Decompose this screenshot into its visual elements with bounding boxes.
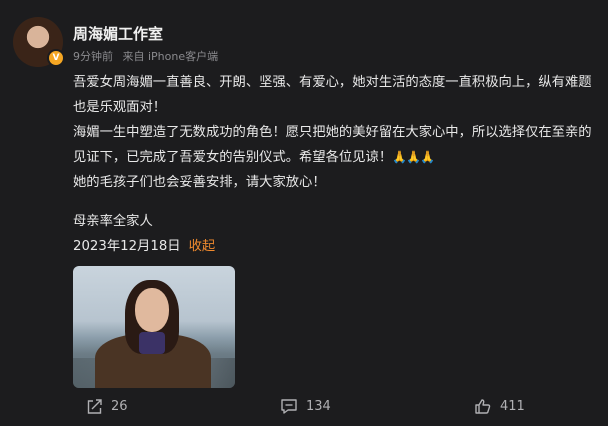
post-meta: 9分钟前 来自 iPhone客户端 xyxy=(73,48,218,64)
pray-emoji-icon: 🙏 xyxy=(406,150,422,164)
thumbs-up-icon xyxy=(474,398,492,415)
photo-collar xyxy=(139,332,165,354)
like-count: 411 xyxy=(500,399,525,414)
share-icon xyxy=(86,398,103,415)
pray-emoji-icon: 🙏 xyxy=(392,150,408,164)
author-avatar[interactable]: V xyxy=(13,17,65,67)
author-name[interactable]: 周海媚工作室 xyxy=(73,23,163,44)
post-paragraph: 她的毛孩子们也会妥善安排，请大家放心！ xyxy=(73,175,326,190)
post-paragraph: 海媚一生中塑造了无数成功的角色！愿只把她的美好留在大家心中，所以选择仅在至亲的见… xyxy=(73,120,593,170)
post-photo[interactable] xyxy=(73,266,235,388)
post-date-row: 2023年12月18日 收起 xyxy=(73,235,215,254)
action-bar: 26 134 411 xyxy=(0,398,608,418)
post-signature: 母亲率全家人 xyxy=(73,214,153,229)
comment-icon xyxy=(280,398,298,415)
post-paragraph: 吾爱女周海媚一直善良、开朗、坚强、有爱心，她对生活的态度一直积极向上，纵有难题也… xyxy=(73,75,592,115)
share-button[interactable]: 26 xyxy=(86,398,128,415)
collapse-link[interactable]: 收起 xyxy=(189,239,216,254)
photo-face xyxy=(135,288,169,332)
post-time: 9分钟前 xyxy=(73,50,113,63)
comment-count: 134 xyxy=(306,399,331,414)
comment-button[interactable]: 134 xyxy=(280,398,331,415)
share-count: 26 xyxy=(111,399,128,414)
post-body: 吾爱女周海媚一直善良、开朗、坚强、有爱心，她对生活的态度一直积极向上，纵有难题也… xyxy=(73,70,593,195)
post-source: 来自 iPhone客户端 xyxy=(122,50,219,63)
verified-badge-icon: V xyxy=(47,49,65,67)
pray-emoji-icon: 🙏 xyxy=(420,150,436,164)
post-paragraph-text: 海媚一生中塑造了无数成功的角色！愿只把她的美好留在大家心中，所以选择仅在至亲的见… xyxy=(73,125,592,165)
post-date: 2023年12月18日 xyxy=(73,239,181,254)
like-button[interactable]: 411 xyxy=(474,398,525,415)
